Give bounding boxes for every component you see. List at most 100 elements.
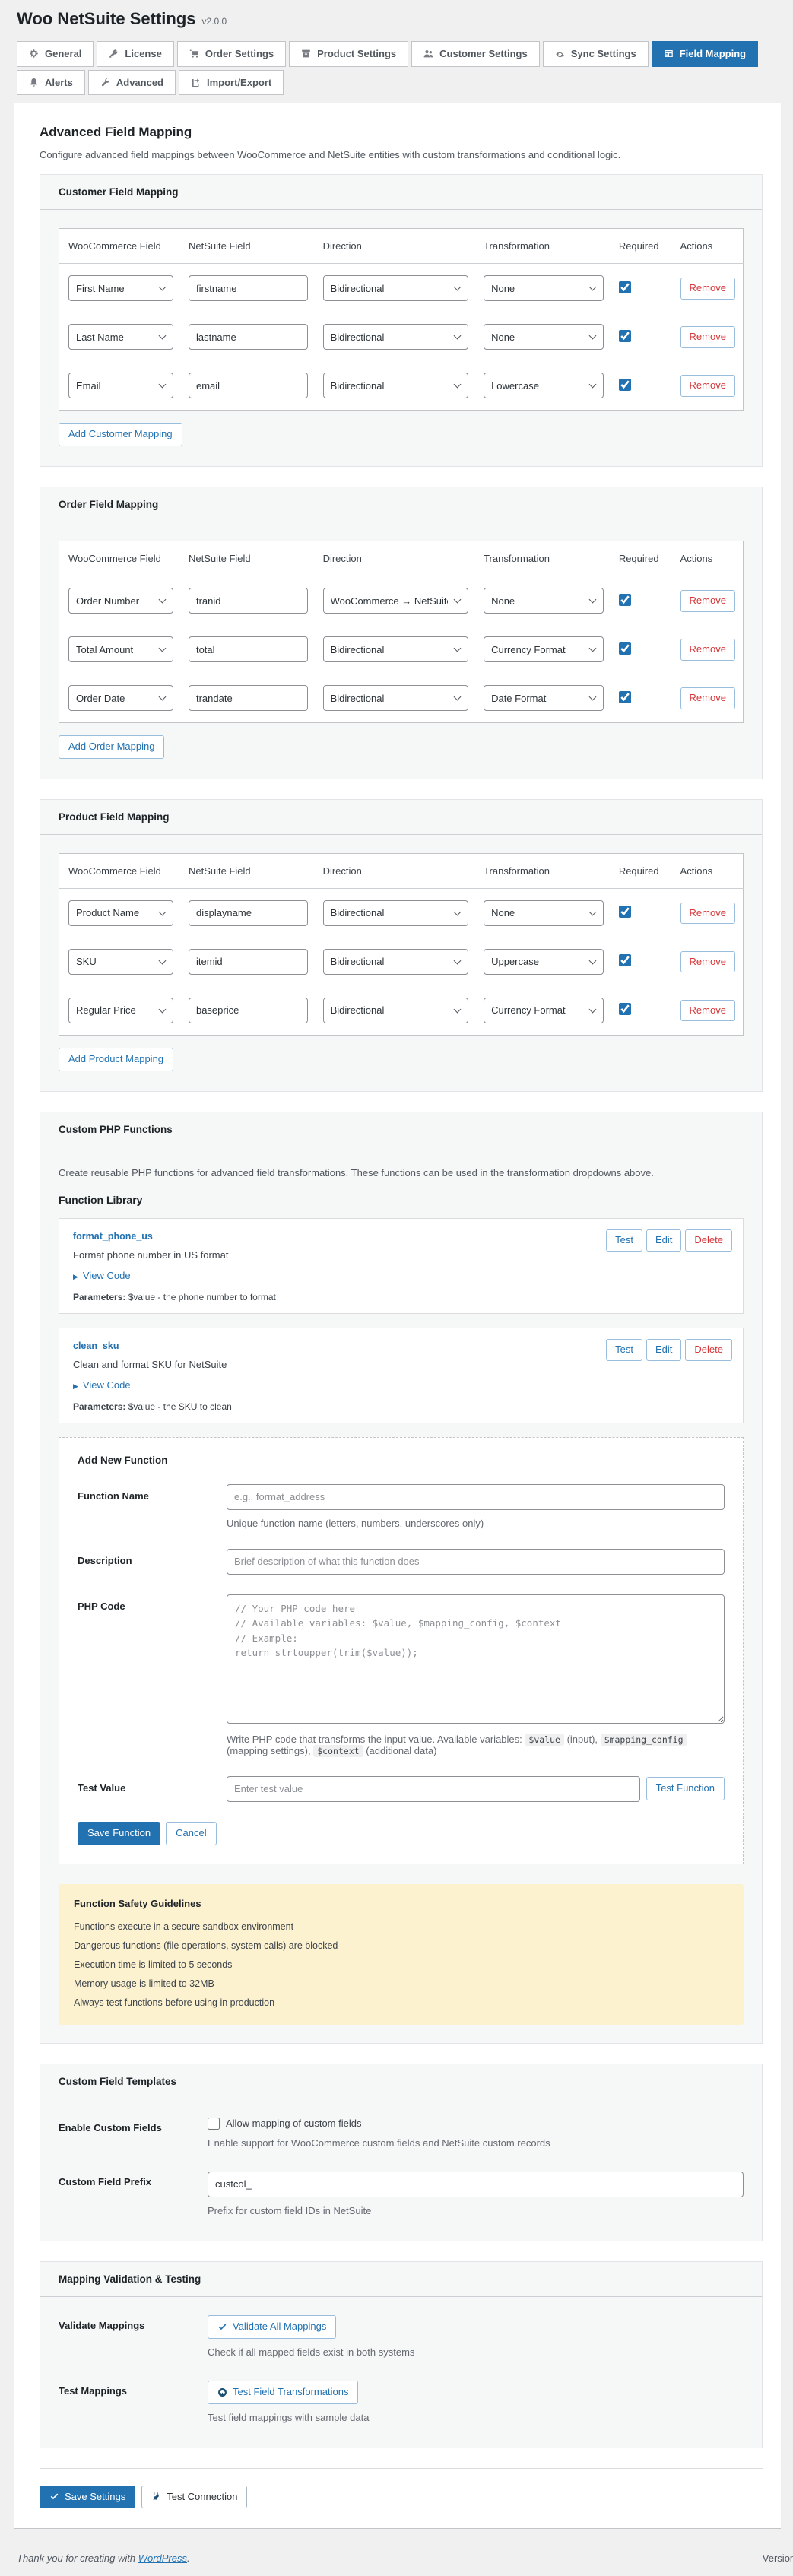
view-code-label: View Code	[82, 1269, 131, 1281]
tab-general[interactable]: General	[17, 41, 94, 67]
tab-sync-settings[interactable]: Sync Settings	[542, 41, 649, 67]
column-header: WooCommerce Field	[59, 541, 181, 577]
edit-function-button[interactable]: Edit	[646, 1338, 682, 1361]
save-function-button[interactable]: Save Function	[78, 1821, 161, 1845]
validate-all-mappings-button[interactable]: Validate All Mappings	[208, 2314, 337, 2339]
netsuite-field-input[interactable]	[188, 324, 308, 351]
required-checkbox[interactable]	[618, 281, 631, 293]
column-header: Transformation	[476, 541, 611, 577]
direction-select[interactable]: Bidirectional	[322, 373, 469, 399]
remove-button[interactable]: Remove	[680, 589, 735, 612]
column-header: Actions	[672, 228, 744, 265]
remove-button[interactable]: Remove	[680, 277, 735, 300]
direction-select[interactable]: WooCommerce → NetSuite	[322, 588, 469, 614]
tab-label: General	[45, 48, 82, 59]
view-code-toggle[interactable]: View Code	[73, 1379, 131, 1391]
wordpress-link[interactable]: WordPress	[138, 2552, 187, 2564]
transformation-select[interactable]: None	[484, 275, 604, 302]
custom-field-prefix-input[interactable]	[208, 2171, 744, 2197]
add-mapping-button[interactable]: Add Product Mapping	[59, 1047, 174, 1071]
woocommerce-field-select[interactable]: First Name	[68, 275, 173, 302]
delete-function-button[interactable]: Delete	[685, 1338, 732, 1361]
remove-button[interactable]: Remove	[680, 950, 735, 973]
woocommerce-field-select[interactable]: SKU	[68, 948, 173, 975]
required-checkbox[interactable]	[618, 1003, 631, 1016]
remove-button[interactable]: Remove	[680, 902, 735, 925]
add-mapping-button[interactable]: Add Customer Mapping	[59, 423, 182, 447]
netsuite-field-input[interactable]	[188, 588, 308, 614]
view-code-toggle[interactable]: View Code	[73, 1270, 131, 1281]
required-checkbox[interactable]	[618, 954, 631, 967]
function-name-input[interactable]	[227, 1483, 725, 1510]
required-checkbox[interactable]	[618, 642, 631, 655]
transformation-select[interactable]: Date Format	[484, 685, 604, 712]
test-field-transformations-button[interactable]: Test Field Transformations	[208, 2380, 359, 2404]
netsuite-field-input[interactable]	[188, 948, 308, 975]
plug-icon	[153, 2492, 159, 2501]
direction-select[interactable]: Bidirectional	[322, 636, 469, 663]
cancel-button[interactable]: Cancel	[166, 1821, 217, 1845]
required-checkbox[interactable]	[618, 329, 631, 342]
tab-alerts[interactable]: Alerts	[17, 69, 85, 96]
woocommerce-field-select[interactable]: Total Amount	[68, 636, 173, 663]
direction-select[interactable]: Bidirectional	[322, 948, 469, 975]
transformation-select[interactable]: Lowercase	[484, 373, 604, 399]
woocommerce-field-select[interactable]: Last Name	[68, 324, 173, 351]
tab-product-settings[interactable]: Product Settings	[289, 41, 409, 67]
footer-thanks-suffix: .	[187, 2552, 190, 2565]
test-connection-button[interactable]: Test Connection	[141, 2485, 248, 2509]
footer-thanks-text: Thank you for creating with	[17, 2552, 138, 2565]
required-checkbox[interactable]	[618, 593, 631, 606]
netsuite-field-input[interactable]	[188, 275, 308, 302]
direction-select[interactable]: Bidirectional	[322, 685, 469, 712]
woocommerce-field-select[interactable]: Email	[68, 373, 173, 399]
test-value-label: Test Value	[78, 1781, 126, 1794]
netsuite-field-input[interactable]	[188, 997, 308, 1023]
direction-select[interactable]: Bidirectional	[322, 275, 469, 302]
remove-button[interactable]: Remove	[680, 374, 735, 397]
direction-select[interactable]: Bidirectional	[322, 324, 469, 351]
required-checkbox[interactable]	[618, 906, 631, 918]
transformation-select[interactable]: Currency Format	[484, 636, 604, 663]
direction-select[interactable]: Bidirectional	[322, 997, 469, 1023]
remove-button[interactable]: Remove	[680, 325, 735, 348]
variable-desc: (mapping settings),	[227, 1744, 311, 1756]
tab-field-mapping[interactable]: Field Mapping	[651, 41, 759, 67]
tab-customer-settings[interactable]: Customer Settings	[411, 41, 540, 67]
edit-function-button[interactable]: Edit	[646, 1229, 682, 1252]
transformation-select[interactable]: None	[484, 324, 604, 351]
transformation-select[interactable]: None	[484, 588, 604, 614]
test-function-button[interactable]: Test	[606, 1229, 643, 1252]
required-checkbox[interactable]	[618, 378, 631, 391]
netsuite-field-input[interactable]	[188, 899, 308, 926]
add-mapping-button[interactable]: Add Order Mapping	[59, 735, 165, 759]
direction-select[interactable]: Bidirectional	[322, 899, 469, 926]
netsuite-field-input[interactable]	[188, 373, 308, 399]
tab-order-settings[interactable]: Order Settings	[176, 41, 287, 67]
woocommerce-field-select[interactable]: Regular Price	[68, 997, 173, 1023]
tab-import-export[interactable]: Import/Export	[179, 69, 284, 96]
transformation-select[interactable]: Currency Format	[484, 997, 604, 1023]
save-settings-button[interactable]: Save Settings	[40, 2485, 136, 2509]
function-description-input[interactable]	[227, 1548, 725, 1575]
remove-button[interactable]: Remove	[680, 999, 735, 1022]
transformation-select[interactable]: Uppercase	[484, 948, 604, 975]
tab-license[interactable]: License	[97, 41, 174, 67]
test-value-input[interactable]	[227, 1775, 640, 1802]
remove-button[interactable]: Remove	[680, 687, 735, 709]
woocommerce-field-select[interactable]: Order Number	[68, 588, 173, 614]
column-header: Required	[611, 541, 673, 577]
php-code-textarea[interactable]	[227, 1594, 725, 1724]
test-function-run-button[interactable]: Test Function	[646, 1777, 725, 1801]
enable-custom-fields-checkbox[interactable]	[208, 2117, 220, 2130]
test-function-button[interactable]: Test	[606, 1338, 643, 1361]
required-checkbox[interactable]	[618, 690, 631, 703]
netsuite-field-input[interactable]	[188, 636, 308, 663]
tab-advanced[interactable]: Advanced	[87, 69, 176, 96]
woocommerce-field-select[interactable]: Order Date	[68, 685, 173, 712]
netsuite-field-input[interactable]	[188, 685, 308, 712]
remove-button[interactable]: Remove	[680, 638, 735, 661]
delete-function-button[interactable]: Delete	[685, 1229, 732, 1252]
transformation-select[interactable]: None	[484, 899, 604, 926]
woocommerce-field-select[interactable]: Product Name	[68, 899, 173, 926]
